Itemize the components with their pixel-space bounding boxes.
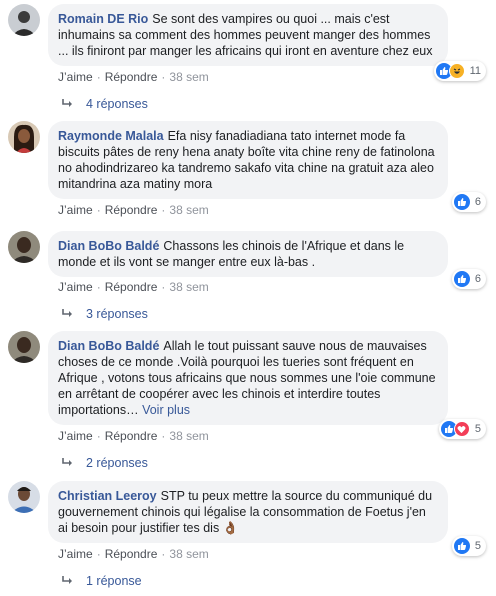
comment-author[interactable]: Dian BoBo Baldé — [58, 239, 159, 253]
reaction-summary[interactable]: 11 — [433, 61, 486, 81]
comment-actions: J’aime · Répondre · 38 sem — [58, 280, 209, 294]
replies-count[interactable]: 1 réponse — [86, 574, 142, 588]
avatar[interactable] — [8, 481, 40, 513]
comment-time[interactable]: 38 sem — [169, 70, 208, 84]
comment-actions: J’aime · Répondre · 38 sem — [58, 203, 209, 217]
replies-count[interactable]: 2 réponses — [86, 456, 148, 470]
reaction-summary[interactable]: 6 — [451, 269, 486, 289]
comment-actions: J’aime · Répondre · 38 sem — [58, 429, 209, 443]
avatar[interactable] — [8, 331, 40, 363]
comment-bubble: Dian BoBo Baldé Chassons les chinois de l… — [48, 231, 448, 277]
comment-bubble: Raymonde Malala Efa nisy fanadiadiana tat… — [48, 121, 448, 199]
view-replies-link[interactable]: 2 réponses — [62, 456, 148, 470]
reaction-summary[interactable]: 5 — [451, 536, 486, 556]
comment-bubble: Christian Leeroy STP tu peux mettre la so… — [48, 481, 448, 543]
reply-link[interactable]: Répondre — [105, 203, 158, 217]
reaction-count: 6 — [474, 273, 481, 285]
view-replies-link[interactable]: 4 réponses — [62, 97, 148, 111]
comment-author[interactable]: Raymonde Malala — [58, 129, 164, 143]
haha-icon — [448, 63, 465, 79]
reply-arrow-icon — [62, 458, 72, 466]
comment-time[interactable]: 38 sem — [169, 547, 208, 561]
like-icon — [453, 194, 470, 210]
reaction-count: 11 — [469, 65, 481, 77]
love-icon — [453, 421, 470, 437]
reply-link[interactable]: Répondre — [105, 547, 158, 561]
reply-arrow-icon — [62, 309, 72, 317]
avatar[interactable] — [8, 4, 40, 36]
reaction-summary[interactable]: 6 — [451, 192, 486, 212]
reply-link[interactable]: Répondre — [105, 429, 158, 443]
reply-arrow-icon — [62, 576, 72, 584]
replies-count[interactable]: 4 réponses — [86, 97, 148, 111]
comment-time[interactable]: 38 sem — [169, 280, 208, 294]
comment-bubble: Dian BoBo Baldé Allah le tout puissant sa… — [48, 331, 448, 425]
comment-time[interactable]: 38 sem — [169, 429, 208, 443]
reply-link[interactable]: Répondre — [105, 280, 158, 294]
reply-link[interactable]: Répondre — [105, 70, 158, 84]
comment-author[interactable]: Dian BoBo Baldé — [58, 339, 159, 353]
comment-author[interactable]: Christian Leeroy — [58, 489, 157, 503]
comment-actions: J’aime · Répondre · 38 sem — [58, 70, 209, 84]
avatar[interactable] — [8, 121, 40, 153]
see-more-link[interactable]: Voir plus — [142, 403, 190, 417]
like-link[interactable]: J’aime — [58, 547, 93, 561]
like-link[interactable]: J’aime — [58, 203, 93, 217]
reaction-count: 6 — [474, 196, 481, 208]
view-replies-link[interactable]: 1 réponse — [62, 574, 142, 588]
like-link[interactable]: J’aime — [58, 429, 93, 443]
reaction-count: 5 — [474, 423, 481, 435]
like-icon — [453, 538, 470, 554]
comment-author[interactable]: Romain DE Rio — [58, 12, 148, 26]
reply-arrow-icon — [62, 99, 72, 107]
like-link[interactable]: J’aime — [58, 280, 93, 294]
like-link[interactable]: J’aime — [58, 70, 93, 84]
reaction-count: 5 — [474, 540, 481, 552]
like-icon — [453, 271, 470, 287]
comment-actions: J’aime · Répondre · 38 sem — [58, 547, 209, 561]
avatar[interactable] — [8, 231, 40, 263]
comment-time[interactable]: 38 sem — [169, 203, 208, 217]
replies-count[interactable]: 3 réponses — [86, 307, 148, 321]
view-replies-link[interactable]: 3 réponses — [62, 307, 148, 321]
reaction-summary[interactable]: 5 — [438, 419, 486, 439]
comment-bubble: Romain DE Rio Se sont des vampires ou quo… — [48, 4, 448, 66]
